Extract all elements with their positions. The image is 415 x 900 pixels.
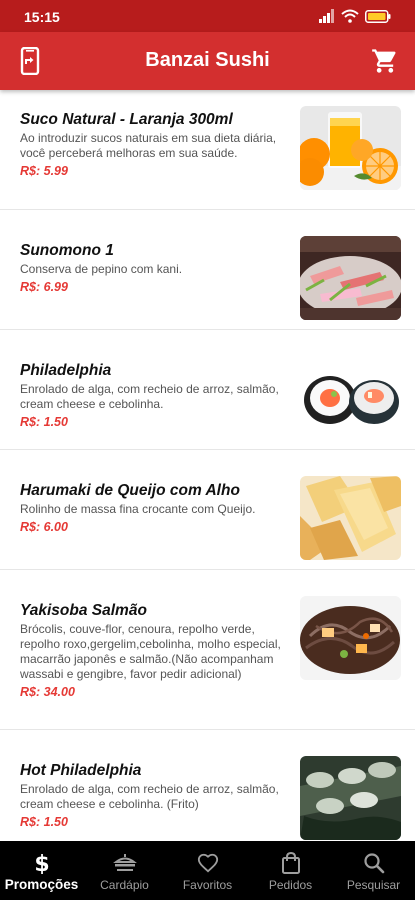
product-price: R$: 1.50 bbox=[20, 815, 68, 829]
philadelphia-roll-image bbox=[300, 356, 401, 440]
product-name: Yakisoba Salmão bbox=[20, 602, 147, 619]
product-name: Suco Natural - Laranja 300ml bbox=[20, 111, 233, 128]
product-item[interactable]: Yakisoba Salmão Brócolis, couve-flor, ce… bbox=[0, 570, 415, 730]
nav-favoritos[interactable]: Favoritos bbox=[166, 841, 249, 900]
shopping-bag-icon bbox=[281, 841, 301, 874]
product-description: Rolinho de massa fina crocante com Queij… bbox=[20, 502, 256, 516]
product-text: Harumaki de Queijo com Alho Rolinho de m… bbox=[20, 482, 282, 534]
product-text: Philadelphia Enrolado de alga, com reche… bbox=[20, 362, 282, 429]
product-description: Enrolado de alga, com recheio de arroz, … bbox=[20, 382, 279, 411]
product-price: R$: 6.00 bbox=[20, 520, 68, 534]
product-description: Ao introduzir sucos naturais em sua diet… bbox=[20, 131, 277, 160]
product-price: R$: 6.99 bbox=[20, 280, 68, 294]
product-text: Yakisoba Salmão Brócolis, couve-flor, ce… bbox=[20, 602, 282, 699]
product-name: Philadelphia bbox=[20, 362, 112, 379]
battery-icon bbox=[365, 9, 391, 23]
signal-icon bbox=[319, 9, 335, 23]
nav-label-cardapio: Cardápio bbox=[100, 878, 149, 892]
product-text: Sunomono 1 Conserva de pepino com kani. … bbox=[20, 242, 282, 294]
sunomono-image bbox=[300, 236, 401, 320]
nav-label-promocoes: Promoções bbox=[4, 877, 79, 892]
product-name: Harumaki de Queijo com Alho bbox=[20, 482, 240, 499]
nav-label-pesquisar: Pesquisar bbox=[346, 878, 401, 892]
product-item[interactable]: Suco Natural - Laranja 300ml Ao introduz… bbox=[0, 90, 415, 210]
product-description: Conserva de pepino com kani. bbox=[20, 262, 183, 276]
status-bar: 15:15 bbox=[0, 0, 415, 32]
nav-label-favoritos: Favoritos bbox=[182, 878, 233, 892]
hot-philadelphia-image bbox=[300, 756, 401, 840]
product-item[interactable]: Hot Philadelphia Enrolado de alga, com r… bbox=[0, 730, 415, 841]
product-text: Hot Philadelphia Enrolado de alga, com r… bbox=[20, 762, 282, 829]
bottom-nav: $ Promoções Cardápio Favoritos Pedidos P… bbox=[0, 841, 415, 900]
nav-pedidos[interactable]: Pedidos bbox=[249, 841, 332, 900]
product-price: R$: 5.99 bbox=[20, 164, 68, 178]
search-icon bbox=[363, 841, 385, 874]
product-item[interactable]: Philadelphia Enrolado de alga, com reche… bbox=[0, 330, 415, 450]
wifi-icon bbox=[341, 9, 359, 23]
app-title: Banzai Sushi bbox=[145, 49, 270, 71]
nav-cardapio[interactable]: Cardápio bbox=[83, 841, 166, 900]
product-name: Sunomono 1 bbox=[20, 242, 114, 259]
product-description: Brócolis, couve-flor, cenoura, repolho v… bbox=[20, 622, 281, 681]
product-name: Hot Philadelphia bbox=[20, 762, 142, 779]
menu-tray-icon bbox=[112, 841, 137, 874]
heart-icon bbox=[197, 841, 219, 874]
product-text: Suco Natural - Laranja 300ml Ao introduz… bbox=[20, 111, 282, 178]
product-price: R$: 34.00 bbox=[20, 685, 75, 699]
yakisoba-image bbox=[300, 596, 401, 680]
harumaki-image bbox=[300, 476, 401, 560]
nav-label-pedidos: Pedidos bbox=[268, 878, 313, 892]
status-time: 15:15 bbox=[24, 9, 60, 25]
svg-text:$: $ bbox=[34, 852, 49, 874]
status-icons bbox=[319, 8, 391, 24]
product-item[interactable]: Sunomono 1 Conserva de pepino com kani. … bbox=[0, 210, 415, 330]
cart-icon[interactable] bbox=[371, 47, 399, 75]
product-description: Enrolado de alga, com recheio de arroz, … bbox=[20, 782, 279, 811]
orange-juice-image bbox=[300, 106, 401, 190]
product-list[interactable]: Suco Natural - Laranja 300ml Ao introduz… bbox=[0, 90, 415, 841]
nav-promocoes[interactable]: $ Promoções bbox=[0, 841, 83, 900]
dollar-icon: $ bbox=[32, 841, 52, 874]
product-price: R$: 1.50 bbox=[20, 415, 68, 429]
product-item[interactable]: Harumaki de Queijo com Alho Rolinho de m… bbox=[0, 450, 415, 570]
app-bar: Banzai Sushi bbox=[0, 32, 415, 90]
nav-pesquisar[interactable]: Pesquisar bbox=[332, 841, 415, 900]
